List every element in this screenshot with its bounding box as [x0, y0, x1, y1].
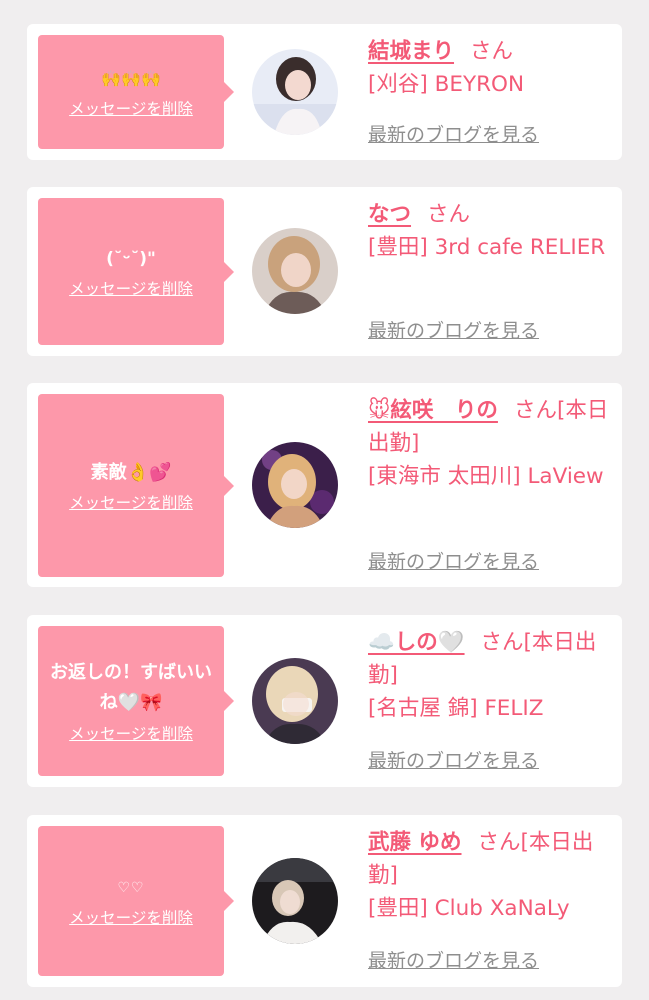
message-bubble: ♡♡ メッセージを削除 [38, 826, 234, 976]
avatar[interactable] [252, 228, 338, 314]
honorific: さん [427, 202, 471, 227]
delete-message-link[interactable]: メッセージを削除 [69, 906, 193, 928]
profile-photo-icon [252, 858, 338, 944]
store-label: [刈谷] BEYRON [368, 72, 525, 97]
message-text: お返しの！すばいいね🤍🎀 [50, 662, 212, 713]
profile-photo-icon [252, 228, 338, 314]
sender-info: 🐭絃咲 りの さん[本日出勤] [東海市 太田川] LaView [368, 394, 616, 493]
sender-name-link[interactable]: なつ [368, 202, 411, 227]
store-label: [豊田] 3rd cafe RELIER [368, 235, 606, 260]
message-card: お返しの！すばいいね🤍🎀 メッセージを削除 ☁️しの🤍 さん[本日出勤] [名古屋… [27, 615, 622, 787]
message-bubble: 素敵👌💕 メッセージを削除 [38, 394, 234, 577]
sender-info: 結城まり さん [刈谷] BEYRON [368, 35, 616, 101]
sender-name-link[interactable]: 武藤 ゆめ [368, 830, 462, 855]
message-text: (˘ᵕ˘)" [106, 248, 156, 269]
latest-blog-link[interactable]: 最新のブログを見る [368, 120, 539, 147]
delete-message-link[interactable]: メッセージを削除 [69, 491, 193, 513]
message-card: 素敵👌💕 メッセージを削除 🐭絃咲 りの さん[本日出勤] [東海市 太田川] L… [27, 383, 622, 587]
sender-info: ☁️しの🤍 さん[本日出勤] [名古屋 錦] FELIZ [368, 626, 616, 725]
sender-name-link[interactable]: ☁️しの🤍 [368, 630, 465, 655]
profile-photo-icon [252, 442, 338, 528]
message-text: 🙌🙌🙌 [101, 69, 161, 88]
latest-blog-link[interactable]: 最新のブログを見る [368, 316, 539, 343]
profile-photo-icon [252, 658, 338, 744]
sender-name-link[interactable]: 結城まり [368, 39, 454, 64]
store-label: [豊田] Club XaNaLy [368, 896, 570, 921]
delete-message-link[interactable]: メッセージを削除 [69, 97, 193, 119]
message-bubble: お返しの！すばいいね🤍🎀 メッセージを削除 [38, 626, 234, 776]
sender-info: なつ さん [豊田] 3rd cafe RELIER [368, 198, 616, 264]
avatar[interactable] [252, 49, 338, 135]
avatar[interactable] [252, 442, 338, 528]
sender-info: 武藤 ゆめ さん[本日出勤] [豊田] Club XaNaLy [368, 826, 616, 925]
delete-message-link[interactable]: メッセージを削除 [69, 277, 193, 299]
message-card: ♡♡ メッセージを削除 武藤 ゆめ さん[本日出勤] [豊田] Club XaNa… [27, 815, 622, 987]
avatar[interactable] [252, 658, 338, 744]
honorific: さん [470, 39, 514, 64]
sender-name-link[interactable]: 🐭絃咲 りの [368, 398, 498, 423]
store-label: [名古屋 錦] FELIZ [368, 696, 544, 721]
message-bubble: 🙌🙌🙌 メッセージを削除 [38, 35, 234, 149]
message-bubble: (˘ᵕ˘)" メッセージを削除 [38, 198, 234, 345]
latest-blog-link[interactable]: 最新のブログを見る [368, 946, 539, 973]
latest-blog-link[interactable]: 最新のブログを見る [368, 547, 539, 574]
store-label: [東海市 太田川] LaView [368, 464, 604, 489]
message-text: 素敵👌💕 [90, 461, 172, 483]
delete-message-link[interactable]: メッセージを削除 [69, 722, 193, 744]
profile-photo-icon [252, 49, 338, 135]
avatar[interactable] [252, 858, 338, 944]
latest-blog-link[interactable]: 最新のブログを見る [368, 746, 539, 773]
message-card: (˘ᵕ˘)" メッセージを削除 なつ さん [豊田] 3rd cafe RELIE… [27, 187, 622, 356]
message-text: ♡♡ [117, 880, 145, 896]
message-card: 🙌🙌🙌 メッセージを削除 結城まり さん [刈谷] BEYRON 最新のブログを見… [27, 24, 622, 160]
